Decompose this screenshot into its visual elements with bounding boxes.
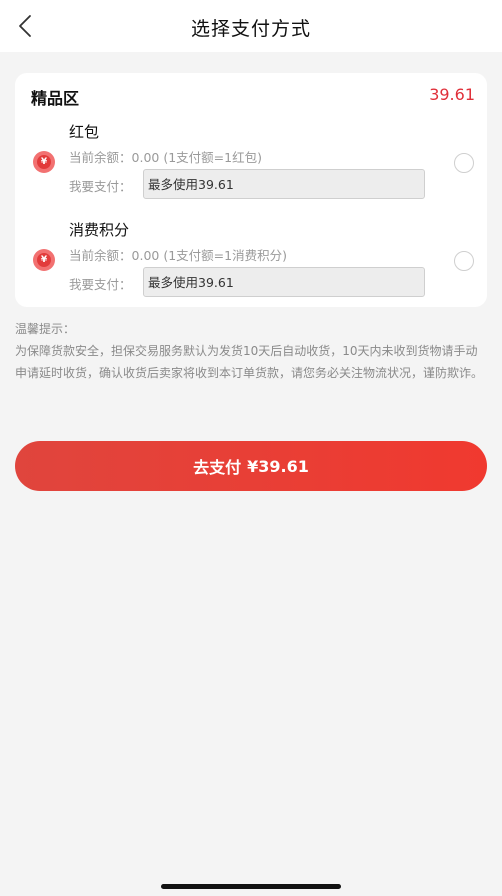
balance-line: 当前余额：0.00 (1支付额=1消费积分) — [69, 245, 287, 264]
pay-button-label: 去支付 — [193, 458, 242, 477]
payment-method-points: ¥ 消费积分 当前余额：0.00 (1支付额=1消费积分) 我要支付： — [15, 219, 487, 317]
tips-block: 温馨提示： 为保障货款安全，担保交易服务默认为发货10天后自动收货，10天内未收… — [15, 318, 487, 384]
payment-method-name: 消费积分 — [69, 221, 130, 239]
rate-note: (1支付额=1消费积分) — [163, 248, 287, 263]
radio-unchecked-icon[interactable] — [454, 251, 474, 271]
section-amount: 39.61 — [429, 85, 475, 104]
points-amount-input[interactable] — [143, 267, 425, 297]
coin-symbol: ¥ — [37, 253, 51, 267]
payment-method-red-packet: ¥ 红包 当前余额：0.00 (1支付额=1红包) 我要支付： — [15, 121, 487, 219]
tips-heading: 温馨提示： — [15, 322, 76, 336]
pay-button[interactable]: 去支付 ¥39.61 — [15, 441, 487, 491]
tips-body: 为保障货款安全，担保交易服务默认为发货10天后自动收货，10天内未收到货物请手动… — [15, 344, 484, 380]
nav-bar: 选择支付方式 — [0, 0, 502, 52]
yuan-coin-icon: ¥ — [33, 249, 55, 271]
pay-button-amount: ¥39.61 — [247, 456, 309, 476]
coin-symbol: ¥ — [37, 155, 51, 169]
payment-card: 精品区 39.61 ¥ 红包 当前余额：0.00 (1支付额=1红包) 我要支付… — [15, 73, 487, 307]
yuan-coin-icon: ¥ — [33, 151, 55, 173]
balance-label: 当前余额： — [69, 248, 132, 263]
red-packet-amount-input[interactable] — [143, 169, 425, 199]
rate-note: (1支付额=1红包) — [163, 150, 262, 165]
use-label: 我要支付： — [69, 277, 132, 292]
radio-unchecked-icon[interactable] — [454, 153, 474, 173]
balance-value: 0.00 — [131, 248, 160, 263]
section-title: 精品区 — [31, 89, 80, 108]
balance-line: 当前余额：0.00 (1支付额=1红包) — [69, 147, 262, 166]
home-indicator — [161, 884, 341, 889]
payment-method-name: 红包 — [69, 123, 100, 141]
balance-label: 当前余额： — [69, 150, 132, 165]
use-label: 我要支付： — [69, 179, 132, 194]
balance-value: 0.00 — [131, 150, 160, 165]
page-title: 选择支付方式 — [190, 18, 311, 40]
